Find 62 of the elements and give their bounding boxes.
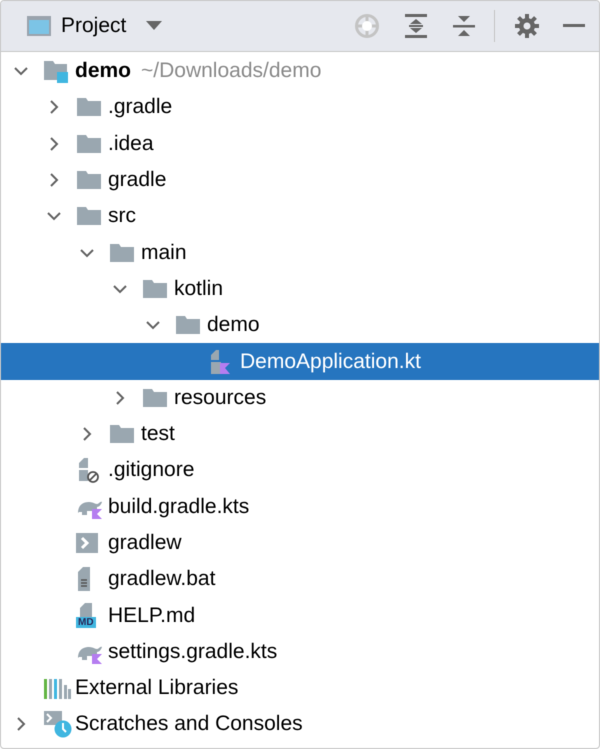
module-path: ~/Downloads/demo bbox=[141, 59, 322, 84]
tree-item-label: gradlew bbox=[108, 531, 182, 555]
ignored-file-icon bbox=[76, 457, 100, 484]
module-folder-icon bbox=[43, 59, 71, 84]
tree-item-label: .idea bbox=[108, 132, 154, 156]
tree-item-label: main bbox=[141, 240, 187, 265]
tree-row[interactable]: demo bbox=[1, 307, 599, 344]
tree-item-label: HELP.md bbox=[108, 604, 196, 628]
folder-icon bbox=[142, 278, 168, 299]
tree-row[interactable]: resources bbox=[1, 380, 599, 416]
folder-icon bbox=[142, 388, 168, 408]
tree-row[interactable]: settings.gradle.kts bbox=[1, 634, 599, 670]
tree-item-label: src bbox=[108, 204, 136, 228]
folder-icon bbox=[76, 97, 102, 118]
folder-icon bbox=[76, 206, 102, 226]
tree-item-label: kotlin bbox=[174, 276, 224, 301]
dropdown-caret-icon[interactable] bbox=[146, 21, 162, 31]
folder-icon bbox=[109, 424, 135, 444]
tree-item-label: .gradle bbox=[108, 95, 172, 120]
tree-row[interactable]: gradlew.bat bbox=[1, 561, 599, 598]
tree-row[interactable]: main bbox=[1, 234, 599, 271]
libraries-icon bbox=[43, 677, 71, 700]
tree-row[interactable]: External Libraries bbox=[1, 670, 599, 706]
panel-title[interactable]: Project bbox=[61, 14, 126, 38]
tree-item-label: External Libraries bbox=[75, 676, 238, 700]
expand-all-icon[interactable] bbox=[404, 13, 428, 39]
tree-item-label: gradlew.bat bbox=[108, 567, 216, 592]
tree-row[interactable]: build.gradle.kts bbox=[1, 488, 599, 525]
tree-item-label: demo bbox=[75, 59, 132, 84]
tree-row[interactable]: demo ~/Downloads/demo bbox=[1, 53, 599, 90]
file-type-label: MD bbox=[76, 617, 96, 628]
tree-row[interactable]: .idea bbox=[1, 126, 599, 162]
collapse-all-icon[interactable] bbox=[452, 13, 476, 39]
folder-icon bbox=[175, 315, 201, 336]
tree-item-label: gradle bbox=[108, 168, 166, 192]
file-icon bbox=[78, 603, 94, 618]
tree-row[interactable]: kotlin bbox=[1, 270, 599, 308]
tree-item-label: build.gradle.kts bbox=[108, 494, 250, 519]
folder-icon bbox=[76, 134, 102, 154]
folder-icon bbox=[76, 170, 102, 190]
tree-row[interactable]: .gradle bbox=[1, 89, 599, 126]
tree-row[interactable]: gradle bbox=[1, 162, 599, 198]
tree-row[interactable]: gradlew bbox=[1, 524, 599, 562]
window-icon bbox=[26, 15, 52, 37]
tree-item-label: DemoApplication.kt bbox=[240, 350, 421, 374]
tree-row[interactable]: Scratches and Consoles bbox=[1, 706, 599, 743]
tree-row[interactable]: DemoApplication.kt bbox=[1, 343, 599, 380]
minimize-icon[interactable] bbox=[563, 24, 585, 28]
tree-row[interactable]: MD HELP.md bbox=[1, 597, 599, 634]
tree-item-label: demo bbox=[207, 313, 260, 338]
tree-row[interactable]: test bbox=[1, 416, 599, 452]
terminal-icon bbox=[76, 533, 98, 553]
tree-item-label: Scratches and Consoles bbox=[75, 712, 303, 736]
tree-item-label: .gitignore bbox=[108, 458, 194, 482]
tree-row[interactable]: .gitignore bbox=[1, 452, 599, 489]
folder-icon bbox=[109, 242, 135, 263]
tree-item-label: test bbox=[141, 422, 175, 446]
tree-item-label: resources bbox=[174, 386, 266, 410]
tree-row[interactable]: src bbox=[1, 198, 599, 234]
kotlin-file-icon bbox=[208, 348, 232, 375]
tree-item-label: settings.gradle.kts bbox=[108, 640, 278, 664]
scratches-icon bbox=[43, 710, 73, 738]
